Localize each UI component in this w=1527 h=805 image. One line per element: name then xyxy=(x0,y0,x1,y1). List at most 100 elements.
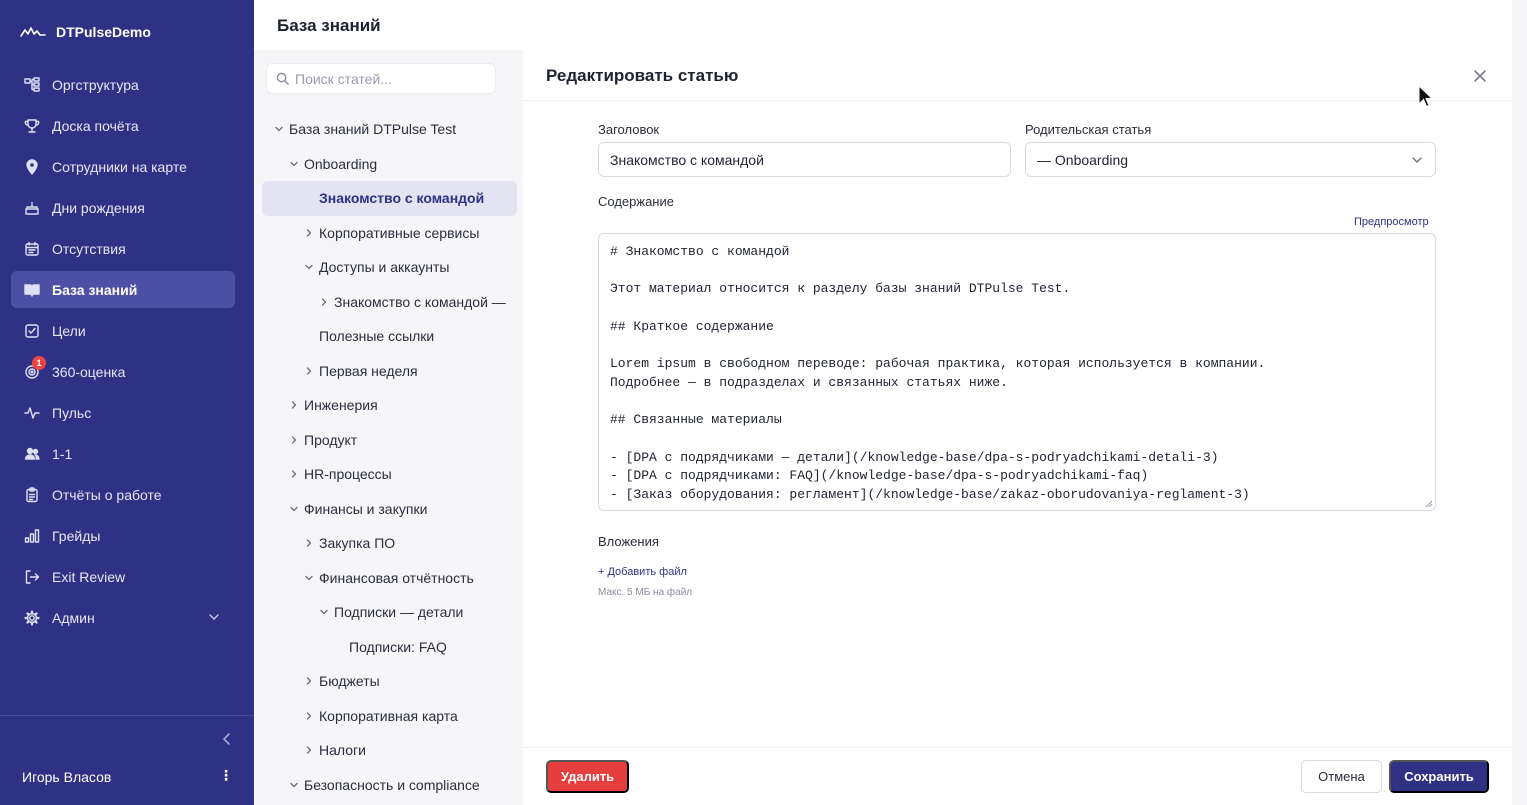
chevron-right-icon[interactable] xyxy=(301,363,316,378)
tree-item[interactable]: Корпоративная карта xyxy=(262,699,517,734)
sidebar-item-label: Админ xyxy=(52,609,95,626)
chevron-right-icon[interactable] xyxy=(301,536,316,551)
chevron-right-icon[interactable] xyxy=(286,467,301,482)
tree-item[interactable]: База знаний DTPulse Test xyxy=(262,112,517,147)
chevron-right-icon[interactable] xyxy=(316,294,331,309)
article-tree-panel: База знаний DTPulse Test Onboarding Знаком… xyxy=(254,50,523,805)
resize-handle-icon[interactable] xyxy=(1421,496,1433,508)
tree-item-label: Инженерия xyxy=(304,397,378,414)
chevron-down-icon[interactable] xyxy=(286,777,301,792)
book-icon xyxy=(23,281,41,299)
scroll-gutter xyxy=(1512,0,1527,805)
close-icon[interactable] xyxy=(1471,67,1489,85)
tree-item-label: Закупка ПО xyxy=(319,535,396,552)
tree-item[interactable]: Налоги xyxy=(262,733,517,768)
sidebar-item-label: Доска почёта xyxy=(52,117,139,134)
save-button[interactable]: Сохранить xyxy=(1389,760,1489,793)
exit-icon xyxy=(23,568,41,586)
tree-item-label: База знаний DTPulse Test xyxy=(289,121,457,138)
add-file-link[interactable]: + Добавить файл xyxy=(598,566,687,578)
delete-button[interactable]: Удалить xyxy=(546,760,629,793)
tree-item[interactable]: Корпоративные сервисы xyxy=(262,216,517,251)
tree-item[interactable]: Подписки: FAQ xyxy=(262,630,517,665)
tree-item[interactable]: Финансы и закупки xyxy=(262,492,517,527)
trophy-icon xyxy=(23,117,41,135)
chevron-down-icon[interactable] xyxy=(207,610,221,624)
preview-link[interactable]: Предпросмотр xyxy=(1354,216,1429,228)
tree-item-label: Безопасность и compliance xyxy=(304,776,480,793)
user-name[interactable]: Игорь Власов xyxy=(22,769,111,785)
cancel-button[interactable]: Отмена xyxy=(1301,760,1382,793)
collapse-sidebar-icon[interactable] xyxy=(218,730,236,748)
sidebar-item-label: 360-оценка xyxy=(52,363,126,380)
tree-item[interactable]: Финансовая отчётность xyxy=(262,561,517,596)
sidebar-item-4[interactable]: Дни рождения xyxy=(11,189,235,226)
users-icon xyxy=(23,445,41,463)
tree-item[interactable]: Инженерия xyxy=(262,388,517,423)
chevron-down-icon[interactable] xyxy=(316,605,331,620)
tree-item-label: Полезные ссылки xyxy=(319,328,435,345)
chevron-right-icon[interactable] xyxy=(301,674,316,689)
sidebar-item-14[interactable]: Админ xyxy=(11,599,235,636)
tree-item[interactable]: Первая неделя xyxy=(262,354,517,389)
brand[interactable]: DTPulseDemo xyxy=(20,24,151,40)
sidebar-item-12[interactable]: Грейды xyxy=(11,517,235,554)
content-textarea[interactable]: # Знакомство с командой Этот материал от… xyxy=(598,233,1436,511)
chevron-right-icon[interactable] xyxy=(301,743,316,758)
sidebar-item-13[interactable]: Exit Review xyxy=(11,558,235,595)
sidebar-item-label: Отсутствия xyxy=(52,240,126,257)
tree-item[interactable]: Закупка ПО xyxy=(262,526,517,561)
notification-badge: 1 xyxy=(32,356,46,370)
file-size-hint: Макс. 5 МБ на файл xyxy=(598,587,693,598)
tree-item-label: Корпоративные сервисы xyxy=(319,224,480,241)
sidebar-item-11[interactable]: Отчёты о работе xyxy=(11,476,235,513)
sidebar-item-label: База знаний xyxy=(52,281,138,298)
title-field[interactable] xyxy=(598,142,1011,177)
chevron-right-icon[interactable] xyxy=(301,225,316,240)
tree-item[interactable]: Полезные ссылки xyxy=(262,319,517,354)
chevron-right-icon[interactable] xyxy=(301,708,316,723)
tree-item[interactable]: Безопасность и compliance xyxy=(262,768,517,803)
title-input[interactable] xyxy=(610,151,1010,168)
clipboard-icon xyxy=(23,486,41,504)
tree-item[interactable]: Бюджеты xyxy=(262,664,517,699)
chevron-down-icon[interactable] xyxy=(286,156,301,171)
chevron-right-icon[interactable] xyxy=(286,398,301,413)
tree-item[interactable]: Доступы и аккаунты xyxy=(262,250,517,285)
chevron-down-icon[interactable] xyxy=(301,570,316,585)
tree-item[interactable]: Продукт xyxy=(262,423,517,458)
chevron-down-icon[interactable] xyxy=(301,260,316,275)
title-label: Заголовок xyxy=(598,122,660,137)
search-box[interactable] xyxy=(266,63,496,94)
sidebar-item-5[interactable]: Отсутствия xyxy=(11,230,235,267)
editor-footer-divider xyxy=(523,747,1512,748)
search-input[interactable] xyxy=(295,70,485,87)
sidebar-item-label: Цели xyxy=(52,322,86,339)
parent-article-select[interactable]: — Onboarding xyxy=(1025,142,1436,177)
sidebar-item-1[interactable]: Оргструктура xyxy=(11,66,235,103)
chevron-down-icon[interactable] xyxy=(271,122,286,137)
sidebar-item-label: Отчёты о работе xyxy=(52,486,162,503)
chevron-right-icon[interactable] xyxy=(286,432,301,447)
chevron-down-icon[interactable] xyxy=(286,501,301,516)
tree-item[interactable]: Знакомство с командой — xyxy=(262,285,517,320)
mouse-cursor-icon xyxy=(1418,85,1434,108)
content-label: Содержание xyxy=(598,194,674,209)
sidebar-item-9[interactable]: Пульс xyxy=(11,394,235,431)
tree-item-label: Корпоративная карта xyxy=(319,707,458,724)
cake-icon xyxy=(23,199,41,217)
tree-item[interactable]: Знакомство с командой xyxy=(262,181,517,216)
sidebar-item-8[interactable]: 1 360-оценка xyxy=(11,353,235,390)
sidebar-item-2[interactable]: Доска почёта xyxy=(11,107,235,144)
parent-article-value: — Onboarding xyxy=(1037,151,1129,168)
tree-item[interactable]: Подписки — детали xyxy=(262,595,517,630)
sidebar-item-6[interactable]: База знаний xyxy=(11,271,235,308)
sidebar-item-3[interactable]: Сотрудники на карте xyxy=(11,148,235,185)
tree-item[interactable]: HR-процессы xyxy=(262,457,517,492)
sidebar-item-7[interactable]: Цели xyxy=(11,312,235,349)
sidebar-divider xyxy=(0,715,254,716)
sidebar-item-10[interactable]: 1-1 xyxy=(11,435,235,472)
sidebar-item-label: Сотрудники на карте xyxy=(52,158,187,175)
user-menu-icon[interactable]: ⋮ xyxy=(218,767,234,787)
tree-item[interactable]: Onboarding xyxy=(262,147,517,182)
